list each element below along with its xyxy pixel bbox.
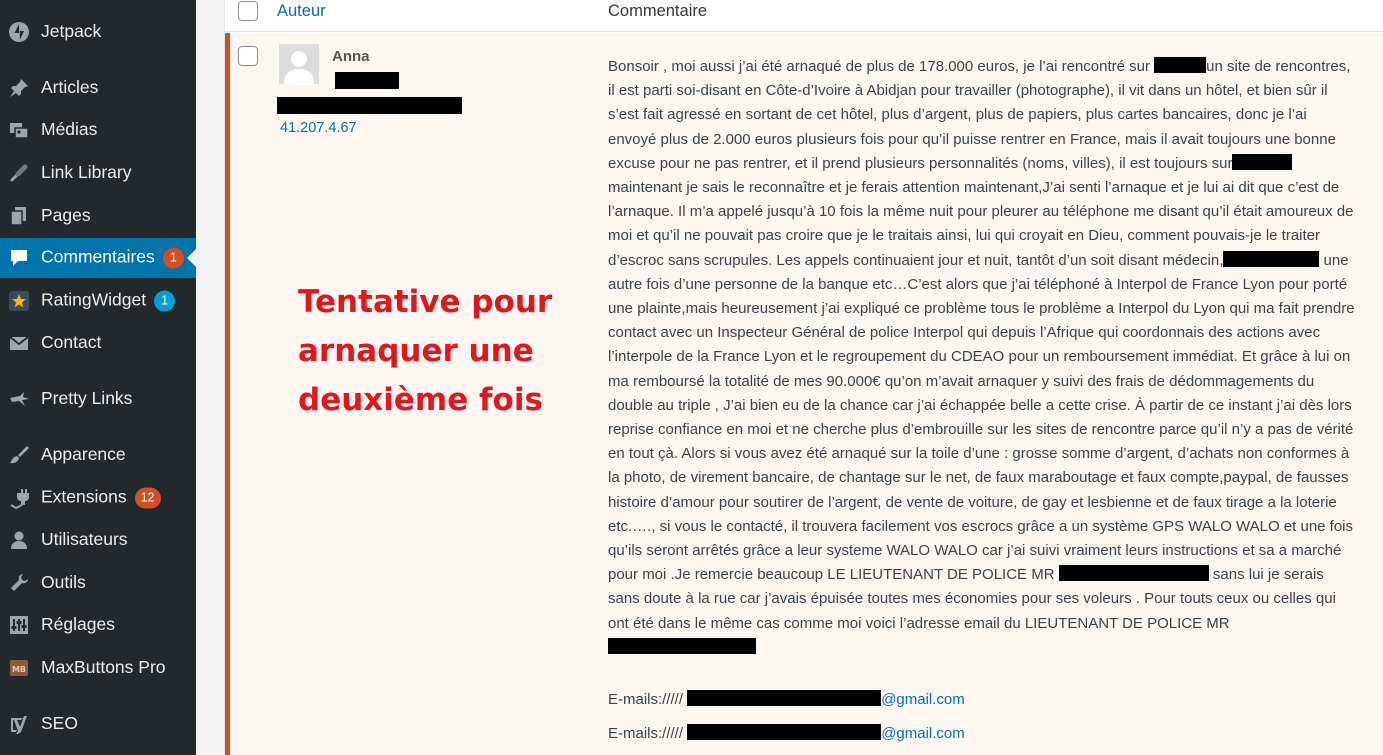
column-author-sort-link[interactable]: Auteur <box>277 2 326 21</box>
sidebar-item-extensions[interactable]: Extensions 12 <box>0 478 196 518</box>
comments-count-badge: 1 <box>162 247 184 269</box>
svg-text:MB: MB <box>12 665 26 674</box>
redacted-site-name <box>1154 57 1207 73</box>
sidebar-item-label: Pages <box>41 205 91 226</box>
sidebar-item-label: Médias <box>41 119 98 140</box>
paintbrush-icon <box>7 443 31 467</box>
media-icon <box>7 118 31 142</box>
settings-sliders-icon <box>7 613 31 637</box>
unapproved-indicator <box>225 33 230 755</box>
sidebar-item-label: Commentaires <box>41 246 155 267</box>
email-line: E-mails:///// @gmail.com <box>608 724 965 742</box>
sidebar-item-seo[interactable]: SEO <box>0 704 196 744</box>
avatar <box>279 44 319 84</box>
email-line: E-mails:///// @gmail.com <box>608 690 965 708</box>
sidebar-item-label: Articles <box>41 77 99 98</box>
row-select-checkbox[interactable] <box>238 46 258 66</box>
redacted-author-email <box>277 97 462 114</box>
sidebar-item-ratingwidget[interactable]: RatingWidget 1 <box>0 281 196 321</box>
redacted-name <box>608 637 756 654</box>
sidebar-item-label: Extensions <box>41 486 127 507</box>
author-ip-link[interactable]: 41.207.4.67 <box>280 120 357 136</box>
envelope-icon <box>7 331 31 355</box>
sidebar-item-pretty-links[interactable]: Pretty Links <box>0 379 196 419</box>
email-domain-link[interactable]: @gmail.com <box>881 691 965 708</box>
sidebar-item-label: Réglages <box>41 614 115 635</box>
redacted-email-user <box>687 724 882 740</box>
yoast-icon <box>7 712 31 736</box>
sidebar-item-jetpack[interactable]: Jetpack <box>0 12 196 52</box>
column-comment-header: Commentaire <box>608 2 708 20</box>
sidebar-item-medias[interactable]: Médias <box>0 110 196 150</box>
pages-icon <box>7 204 31 228</box>
link-icon <box>7 161 31 185</box>
pin-icon <box>7 76 31 100</box>
extensions-count-badge: 12 <box>134 487 161 509</box>
jetpack-icon <box>7 20 31 44</box>
admin-sidebar: Jetpack Articles Médias Link Library Pag… <box>0 0 196 755</box>
sidebar-item-label: Outils <box>41 572 86 593</box>
sidebar-item-articles[interactable]: Articles <box>0 68 196 108</box>
redacted-author-url <box>335 72 399 89</box>
annotation-overlay-text: Tentative pour arnaquer une deuxième foi… <box>298 284 553 418</box>
sidebar-item-apparence[interactable]: Apparence <box>0 435 196 475</box>
sidebar-item-commentaires[interactable]: Commentaires 1 <box>0 238 196 278</box>
redacted-site-name <box>1232 153 1293 170</box>
sidebar-item-pages[interactable]: Pages <box>0 196 196 236</box>
sidebar-item-outils[interactable]: Outils <box>0 563 196 603</box>
sidebar-item-label: Apparence <box>41 444 126 465</box>
email-domain-link[interactable]: @gmail.com <box>881 725 965 742</box>
redacted-email-user <box>687 690 882 706</box>
mb-logo-icon: MB <box>7 656 31 680</box>
comment-bubble-icon <box>7 246 31 270</box>
star-icon <box>7 289 31 313</box>
sidebar-item-maxbuttons[interactable]: MB MaxButtons Pro <box>0 648 196 688</box>
sidebar-item-utilisateurs[interactable]: Utilisateurs <box>0 520 196 560</box>
sidebar-item-reglages[interactable]: Réglages <box>0 605 196 645</box>
sidebar-item-label: Contact <box>41 332 102 353</box>
comment-body: Bonsoir , moi aussi j’ai été arnaqué de … <box>608 55 1358 660</box>
sidebar-item-label: Utilisateurs <box>41 529 128 550</box>
table-header: Auteur Commentaire <box>225 0 1383 32</box>
sidebar-item-link-library[interactable]: Link Library <box>0 153 196 193</box>
sidebar-item-label: Pretty Links <box>41 388 133 409</box>
sidebar-item-label: Link Library <box>41 162 132 183</box>
sidebar-item-contact[interactable]: Contact <box>0 323 196 363</box>
comments-screen: Auteur Commentaire Anna 41.207.4.67 Tent… <box>196 0 1383 755</box>
default-avatar-icon <box>279 44 319 84</box>
wrench-icon <box>7 571 31 595</box>
sidebar-item-label: RatingWidget <box>41 289 147 310</box>
sidebar-item-label: SEO <box>41 713 78 734</box>
comments-table: Auteur Commentaire Anna 41.207.4.67 Tent… <box>224 0 1383 755</box>
redacted-name <box>1223 250 1320 267</box>
plugin-icon <box>7 486 31 510</box>
sidebar-item-label: MaxButtons Pro <box>41 657 166 678</box>
rating-count-badge: 1 <box>154 290 176 312</box>
redacted-name <box>1058 565 1209 582</box>
author-name: Anna <box>332 48 370 65</box>
user-icon <box>7 528 31 552</box>
star-link-icon <box>7 387 31 411</box>
sidebar-item-label: Jetpack <box>41 21 102 42</box>
select-all-checkbox[interactable] <box>238 1 258 21</box>
comment-row: Anna 41.207.4.67 Tentative pour arnaquer… <box>225 33 1383 755</box>
